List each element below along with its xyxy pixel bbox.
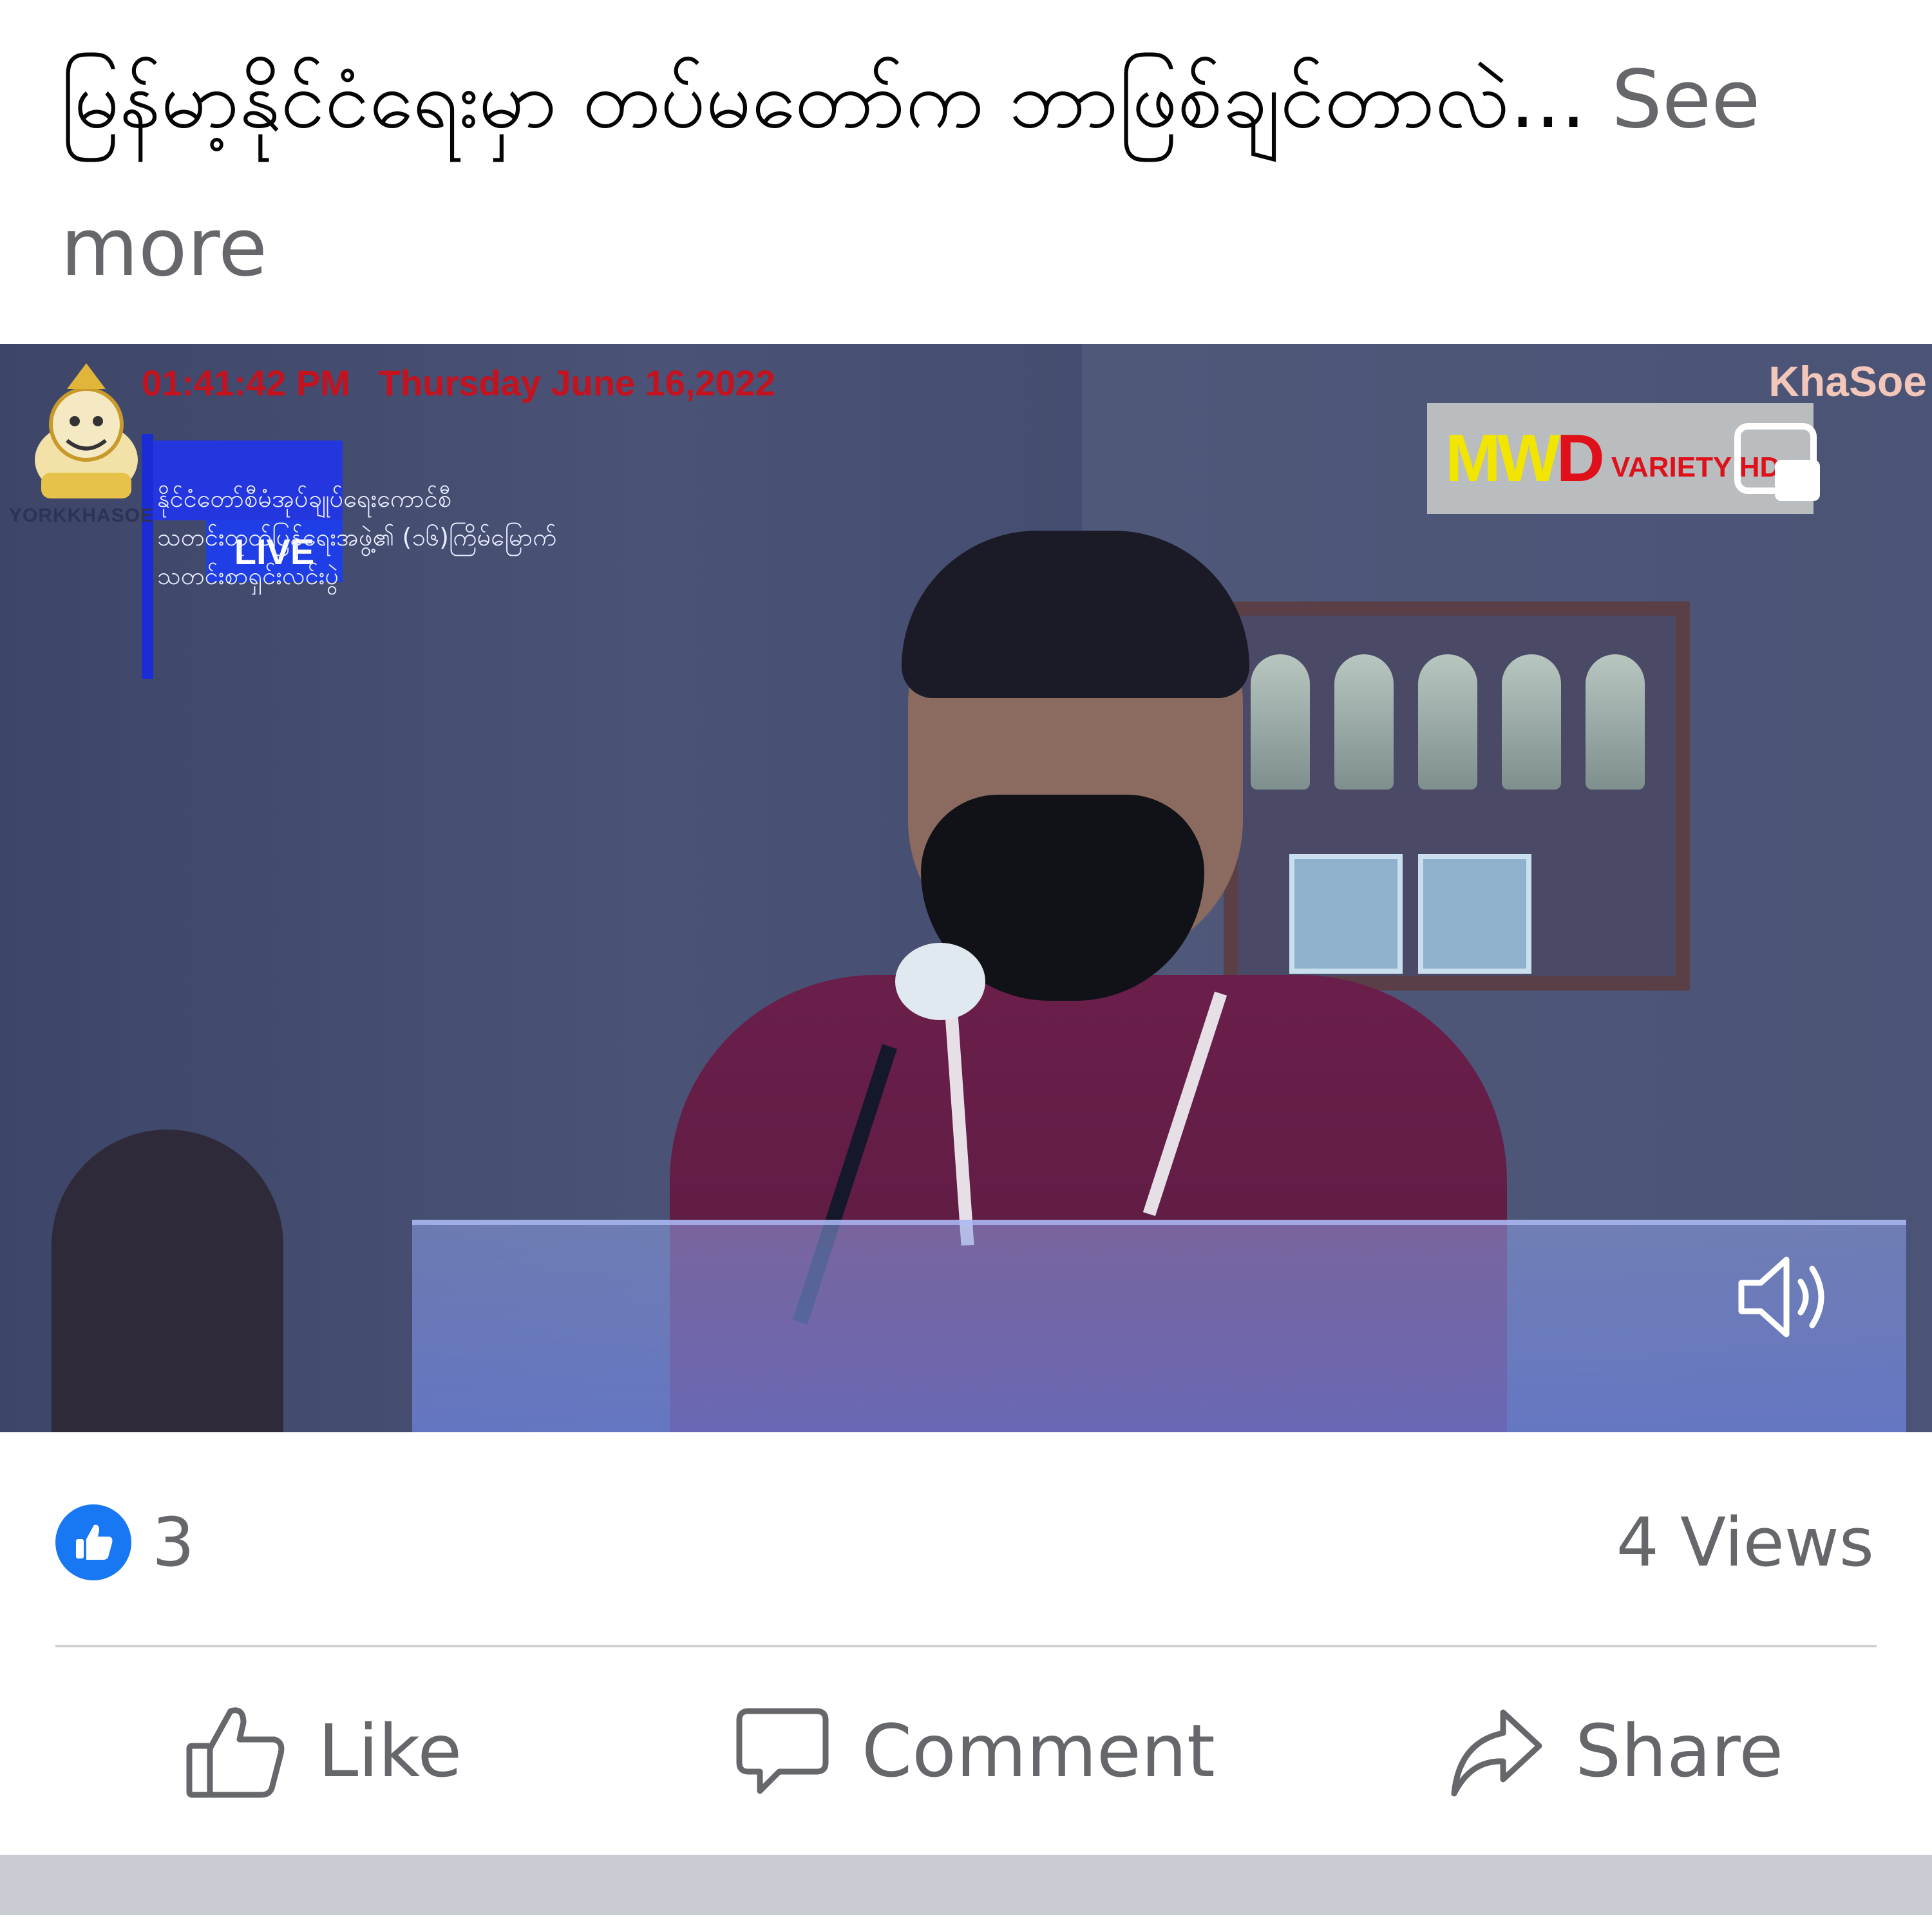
video-timestamp: 01:41:42 PM Thursday June 16,2022 [142,362,775,404]
share-arrow-icon [1451,1709,1542,1797]
thumbs-up-icon [76,1524,113,1560]
event-line: သတင်းထုတ်ပြန်ရေးအဖွဲ့၏ (၁၆)ကြိမ်မြောက် [157,523,557,551]
shelf-box [1289,854,1403,974]
share-button[interactable]: Share [1448,1674,1783,1829]
fullscreen-icon[interactable] [1732,421,1823,505]
reaction-summary[interactable]: 3 [55,1501,194,1584]
event-title: နိုင်ငံတော်စီမံအုပ်ချုပ်ရေးကောင်စီ သတင်း… [157,479,557,595]
like-reaction-icon [55,1504,131,1580]
reaction-count: 3 [152,1503,195,1582]
video-player[interactable]: 01:41:42 PM Thursday June 16,2022 KhaSoe … [0,344,1932,1432]
video-bystander [52,1130,283,1432]
shelf-item [1502,654,1561,790]
caption-text: မြန်မာ့နိုင်ငံရေးမှာ တပ်မတော်က ဘာဖြစ်ချင… [61,53,1612,146]
logo-caption: YORKKHASOE [9,505,155,526]
shelf-item [1586,654,1645,790]
facebook-video-post: မြန်မာ့နိုင်ငံရေးမှာ တပ်မတော်က ဘာဖြစ်ချင… [0,0,1932,1932]
shelf-box [1418,854,1531,974]
view-count: 4 Views [1616,1503,1874,1582]
microphone-head [895,943,985,1020]
shelf-item [1334,654,1394,790]
timestamp-date: Thursday June 16,2022 [378,363,776,403]
post-separator [0,1855,1932,1915]
post-caption: မြန်မာ့နိုင်ငံရေးမှာ တပ်မတော်က ဘာဖြစ်ချင… [61,26,1877,322]
share-label: Share [1575,1710,1784,1794]
post-actions: Like Comment Share [0,1674,1932,1829]
comment-button[interactable]: Comment [734,1674,1215,1829]
volume-icon[interactable] [1732,1245,1835,1349]
shelf-item [1251,654,1310,790]
watermark-d: D [1556,421,1605,496]
timestamp-time: 01:41:42 PM [142,363,350,403]
comment-label: Comment [862,1710,1215,1794]
like-button[interactable]: Like [184,1674,462,1829]
mascot-logo-icon [35,363,138,498]
comment-bubble-icon [736,1708,829,1794]
video-shelf [1224,601,1690,990]
top-right-brand: KhaSoe [1768,357,1927,405]
event-line: နိုင်ငံတော်စီမံအုပ်ချုပ်ရေးကောင်စီ [157,484,452,513]
glass-podium [412,1220,1906,1432]
divider [55,1645,1877,1647]
thumbs-up-outline-icon [186,1707,285,1798]
shelf-item [1418,654,1477,790]
event-line: သတင်းစာရှင်းလင်းပွဲ [157,562,339,590]
like-label: Like [318,1710,462,1794]
watermark-mw: MW [1445,421,1560,496]
